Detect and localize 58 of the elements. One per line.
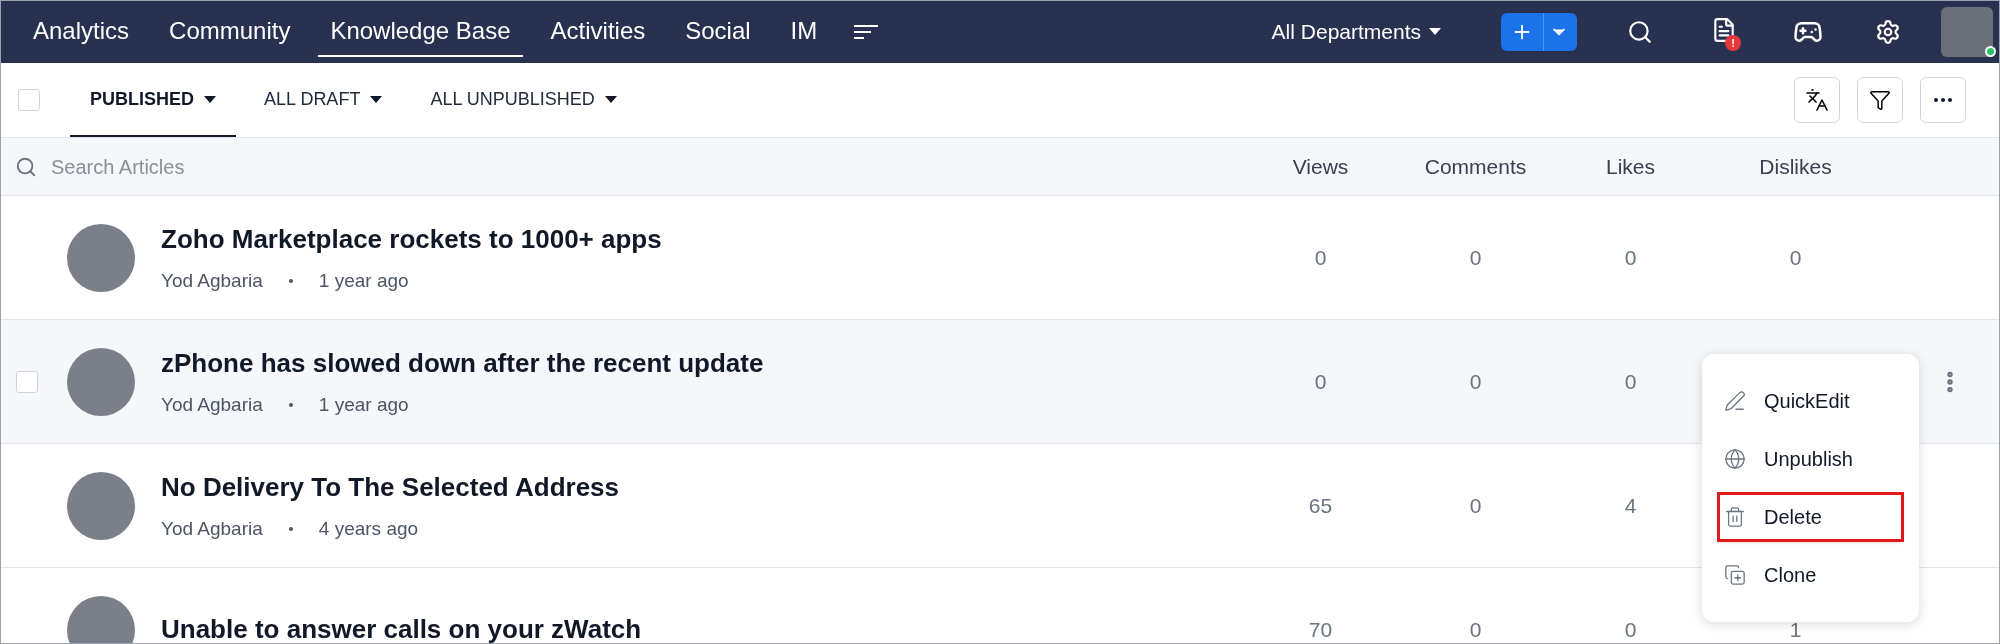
article-title[interactable]: zPhone has slowed down after the recent update [161,343,1243,383]
author-name: Yod Agbaria [161,516,263,541]
post-time: 1 year ago [318,268,409,293]
post-time: 4 years ago [318,516,419,541]
nav-tab[interactable]: IM [778,7,830,57]
translate-button[interactable] [1794,77,1840,123]
pencil-icon [1724,390,1746,412]
article-title[interactable]: Zoho Marketplace rockets to 1000+ apps [161,219,1243,259]
filter-icon [1869,89,1891,111]
stat-value: 0 [1469,369,1482,393]
nav-tab[interactable]: Community [157,7,303,57]
search-icon[interactable] [1627,19,1653,45]
trash-icon [1724,506,1746,528]
column-header: Likes [1606,154,1655,178]
stat-value: 0 [1469,245,1482,269]
translate-icon [1805,88,1829,112]
caret-icon [370,95,383,103]
settings-icon[interactable] [1875,19,1901,45]
globe-icon [1724,448,1746,470]
post-time: 1 year ago [318,392,409,417]
nav-tab[interactable]: Activities [538,7,658,57]
column-header: Dislikes [1759,154,1832,178]
author-name: Yod Agbaria [161,268,263,293]
status-tab[interactable]: ALL DRAFT [244,63,403,137]
menu-icon[interactable] [853,24,880,40]
filter-button[interactable] [1857,77,1903,123]
select-all-checkbox[interactable] [18,89,40,111]
row-checkbox[interactable] [16,370,38,393]
stat-value: 0 [1314,369,1327,393]
caret-icon [1429,28,1441,36]
department-dropdown[interactable]: All Departments [1271,16,1441,48]
stat-value: 0 [1624,245,1637,269]
add-split-button[interactable] [1501,13,1577,51]
stat-value: 0 [1469,493,1482,517]
stat-value: 0 [1314,245,1327,269]
column-header: Comments [1424,154,1527,178]
article-title[interactable]: No Delivery To The Selected Address [161,467,1243,507]
stat-value: 0 [1789,245,1802,269]
search-icon [15,155,37,178]
notification-icon [1711,17,1737,43]
menu-item[interactable]: Delete [1720,495,1901,539]
author-avatar [67,595,135,643]
stat-value: 4 [1624,493,1637,517]
caret-icon [604,95,617,103]
stat-value: 0 [1624,369,1637,393]
nav-tab[interactable]: Knowledge Base [318,7,523,57]
more-icon [1934,98,1952,102]
clone-icon [1724,564,1746,586]
menu-item[interactable]: QuickEdit [1720,379,1901,423]
caret-icon [204,95,216,103]
nav-tab[interactable]: Social [673,7,763,57]
column-header: Views [1292,154,1349,178]
search-field[interactable]: Search Articles [51,151,451,182]
stat-value: 65 [1308,493,1333,517]
author-name: Yod Agbaria [161,392,263,417]
alert-badge: ! [1725,35,1741,51]
nav-tab[interactable]: Analytics [21,7,142,57]
status-tab[interactable]: ALL UNPUBLISHED [410,63,637,137]
